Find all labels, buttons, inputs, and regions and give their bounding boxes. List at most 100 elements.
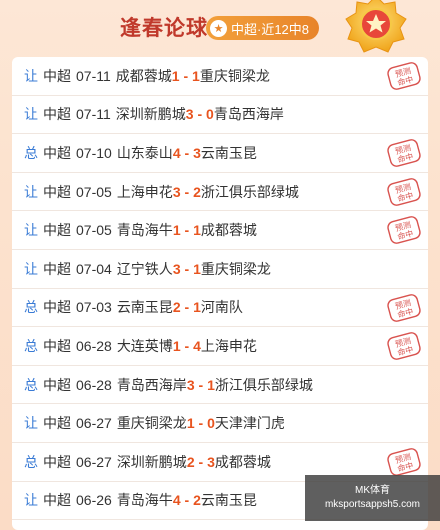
record-badge-label: 中超·近12中8 xyxy=(231,21,310,37)
league: 中超 xyxy=(43,106,71,123)
match-list: 让 中超 07-11 成都蓉城 1 - 1 重庆铜梁龙 预测 命中 让 中超 07… xyxy=(12,57,428,530)
match-date: 07-05 xyxy=(76,222,112,239)
league: 中超 xyxy=(43,260,71,277)
bet-type: 让 xyxy=(24,260,38,277)
away-score: 1 xyxy=(207,376,215,393)
home-team: 深圳新鹏城 xyxy=(115,106,186,123)
bet-type: 让 xyxy=(24,67,38,84)
away-team: 云南玉昆 xyxy=(200,144,257,161)
hit-stamp-icon: 预测命中 xyxy=(387,332,421,361)
home-team: 重庆铜梁龙 xyxy=(116,415,187,432)
list-item[interactable]: 让 中超 07-05 青岛海牛 1 - 1 成都蓉城 预测 命中 xyxy=(12,211,428,250)
league: 中超 xyxy=(43,415,71,432)
home-score: 3 xyxy=(186,376,195,393)
home-score: 3 xyxy=(172,260,181,277)
score-separator: - xyxy=(180,144,194,161)
star-icon: ★ xyxy=(210,19,227,37)
match-date: 06-27 xyxy=(76,453,112,470)
bet-type: 总 xyxy=(24,337,38,354)
bet-type: 让 xyxy=(24,183,38,200)
bet-type: 让 xyxy=(24,492,38,509)
watermark-line2: mksportsappsh5.com xyxy=(324,499,421,510)
home-team: 青岛西海岸 xyxy=(116,376,187,393)
list-item[interactable]: 让 中超 07-11 深圳新鹏城 3 - 0 青岛西海岸 xyxy=(12,96,428,135)
list-item[interactable]: 总 中超 06-28 青岛西海岸 3 - 1 浙江俱乐部绿城 xyxy=(12,366,428,405)
list-item[interactable]: 让 中超 06-27 重庆铜梁龙 1 - 0 天津津门虎 xyxy=(12,404,428,443)
away-team: 青岛西海岸 xyxy=(213,106,284,123)
score-separator: - xyxy=(193,106,207,123)
away-score: 2 xyxy=(193,183,201,200)
star-medal-icon xyxy=(345,0,407,53)
hit-stamp-icon: 预测命中 xyxy=(387,216,421,245)
league: 中超 xyxy=(43,337,71,354)
league: 中超 xyxy=(43,376,71,393)
watermark-line1: MK体育 xyxy=(355,485,390,496)
bet-type: 总 xyxy=(24,299,38,316)
home-team: 上海申花 xyxy=(116,183,173,200)
home-team: 成都蓉城 xyxy=(115,67,172,84)
league: 中超 xyxy=(43,453,71,470)
away-team: 成都蓉城 xyxy=(200,222,257,239)
league: 中超 xyxy=(43,492,71,509)
match-date: 07-11 xyxy=(76,106,111,123)
score-separator: - xyxy=(194,453,208,470)
header: 逢春论球 ★ 中超·近12中8 xyxy=(0,0,440,53)
list-item[interactable]: 总 中超 07-03 云南玉昆 2 - 1 河南队 预测 命中 xyxy=(12,289,428,328)
bet-type: 总 xyxy=(24,376,38,393)
list-item[interactable]: 让 中超 07-04 辽宁铁人 3 - 1 重庆铜梁龙 xyxy=(12,250,428,289)
home-team: 大连英博 xyxy=(116,337,173,354)
page-title: 逢春论球 xyxy=(120,16,208,40)
league: 中超 xyxy=(43,144,71,161)
away-team: 天津津门虎 xyxy=(214,415,285,432)
away-score: 3 xyxy=(207,453,215,470)
watermark: MK体育 mksportsappsh5.com xyxy=(305,475,440,521)
list-item[interactable]: 总 中超 06-28 大连英博 1 - 4 上海申花 预测 命中 xyxy=(12,327,428,366)
home-score: 1 xyxy=(172,222,181,239)
away-team: 重庆铜梁龙 xyxy=(199,67,270,84)
match-date: 07-04 xyxy=(76,260,112,277)
score-separator: - xyxy=(180,492,194,509)
away-score: 2 xyxy=(193,492,201,509)
away-score: 1 xyxy=(193,299,201,316)
match-date: 06-26 xyxy=(76,492,112,509)
match-date: 06-28 xyxy=(76,376,112,393)
away-score: 0 xyxy=(207,415,215,432)
score-separator: - xyxy=(194,376,208,393)
away-team: 河南队 xyxy=(200,299,243,316)
list-item[interactable]: 总 中超 07-10 山东泰山 4 - 3 云南玉昆 预测 命中 xyxy=(12,134,428,173)
home-score: 1 xyxy=(186,415,195,432)
score-separator: - xyxy=(194,415,208,432)
list-item[interactable]: 让 中超 07-11 成都蓉城 1 - 1 重庆铜梁龙 预测 命中 xyxy=(12,57,428,96)
list-item[interactable]: 让 中超 07-05 上海申花 3 - 2 浙江俱乐部绿城 预测 命中 xyxy=(12,173,428,212)
score-separator: - xyxy=(180,337,194,354)
home-score: 4 xyxy=(172,144,181,161)
away-score: 3 xyxy=(193,144,201,161)
league: 中超 xyxy=(43,67,71,84)
bet-type: 让 xyxy=(24,415,38,432)
home-team: 山东泰山 xyxy=(116,144,173,161)
score-separator: - xyxy=(180,299,194,316)
home-score: 3 xyxy=(185,106,194,123)
home-score: 1 xyxy=(172,337,181,354)
league: 中超 xyxy=(43,222,71,239)
score-separator: - xyxy=(180,183,194,200)
home-team: 深圳新鹏城 xyxy=(116,453,187,470)
match-date: 07-03 xyxy=(76,299,112,316)
bet-type: 让 xyxy=(24,106,38,123)
home-team: 青岛海牛 xyxy=(116,492,173,509)
bet-type: 让 xyxy=(24,222,38,239)
home-score: 1 xyxy=(171,67,180,84)
home-team: 云南玉昆 xyxy=(116,299,173,316)
bet-type: 总 xyxy=(24,453,38,470)
match-date: 07-05 xyxy=(76,183,112,200)
match-date: 07-11 xyxy=(76,67,111,84)
home-team: 青岛海牛 xyxy=(116,222,173,239)
match-date: 06-28 xyxy=(76,337,112,354)
away-team: 成都蓉城 xyxy=(214,453,271,470)
away-team: 重庆铜梁龙 xyxy=(200,260,271,277)
away-score: 4 xyxy=(193,337,201,354)
league: 中超 xyxy=(43,299,71,316)
league: 中超 xyxy=(43,183,71,200)
away-score: 1 xyxy=(193,260,201,277)
home-team: 辽宁铁人 xyxy=(116,260,173,277)
